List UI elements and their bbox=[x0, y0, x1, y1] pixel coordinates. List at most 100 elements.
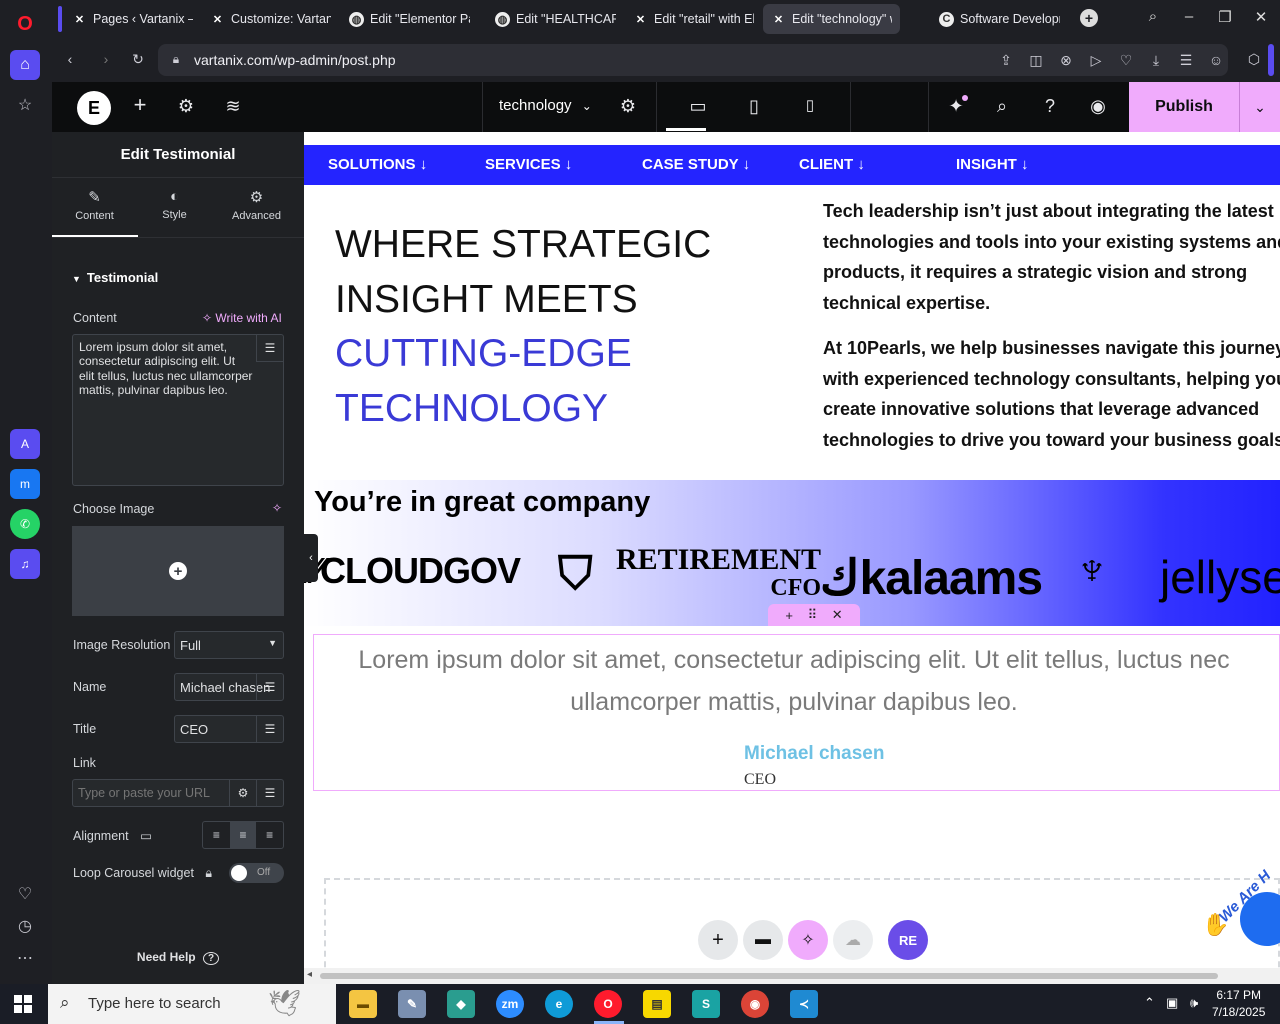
star-icon[interactable]: ☆ bbox=[10, 90, 40, 120]
tab-style[interactable]: ◐ Style bbox=[132, 188, 217, 221]
back-icon[interactable]: ‹ bbox=[60, 51, 80, 67]
browser-tab-active[interactable]: ✕Edit "technology" with Ele bbox=[763, 4, 900, 34]
minimize-icon[interactable]: – bbox=[1178, 8, 1200, 25]
responsive-desktop-icon[interactable]: ▭ bbox=[140, 829, 152, 843]
nav-case-study[interactable]: CASE STUDY ↓ bbox=[642, 156, 750, 173]
re-plugin-button[interactable]: RE bbox=[888, 920, 928, 960]
extensions-icon[interactable]: ⬡ bbox=[1244, 51, 1264, 68]
forward-icon[interactable]: › bbox=[96, 51, 116, 67]
template-library-folder-icon[interactable]: ▬ bbox=[743, 920, 783, 960]
windows-start-icon[interactable] bbox=[14, 995, 32, 1013]
help-icon[interactable]: ? bbox=[1038, 96, 1062, 117]
zoom-icon[interactable]: zm bbox=[496, 990, 524, 1018]
dynamic-tags-icon[interactable]: ☰ bbox=[256, 715, 283, 742]
profile-icon[interactable]: ☺ bbox=[1206, 52, 1226, 68]
taskbar-search[interactable]: ⌕ Type here to search 🕊︎ bbox=[48, 984, 336, 1024]
paint-icon[interactable]: ✎ bbox=[398, 990, 426, 1018]
image-resolution-select[interactable]: Full ▼ bbox=[174, 631, 284, 659]
vscode-icon[interactable]: ≺ bbox=[790, 990, 818, 1018]
loop-carousel-toggle[interactable]: Off bbox=[229, 863, 284, 883]
tray-chevron-up-icon[interactable]: ⌃ bbox=[1144, 995, 1155, 1011]
write-with-ai-button[interactable]: ✧ Write with AI bbox=[202, 311, 282, 325]
sticky-notes-icon[interactable]: ▤ bbox=[643, 990, 671, 1018]
link-options-gear-icon[interactable]: ⚙ bbox=[229, 779, 256, 806]
horizontal-scrollbar[interactable]: ◂ bbox=[304, 968, 1280, 984]
nav-client[interactable]: CLIENT ↓ bbox=[799, 156, 865, 173]
dynamic-tags-icon[interactable]: ☰ bbox=[256, 673, 283, 700]
content-textarea[interactable]: Lorem ipsum dolor sit amet, consectetur … bbox=[72, 334, 284, 486]
section-toggle[interactable]: ▼ Testimonial bbox=[72, 270, 158, 285]
page-settings-icon[interactable]: ⚙ bbox=[616, 96, 640, 117]
app-s-icon[interactable]: S bbox=[692, 990, 720, 1018]
edge-icon[interactable]: e bbox=[545, 990, 573, 1018]
file-explorer-icon[interactable]: ▬ bbox=[349, 990, 377, 1018]
browser-tab[interactable]: CSoftware Developme bbox=[931, 4, 1068, 34]
share-icon[interactable]: ⇪ bbox=[996, 52, 1016, 69]
block-icon[interactable]: ⊗ bbox=[1056, 52, 1076, 69]
heart-icon[interactable]: ♡ bbox=[10, 879, 40, 909]
preview-eye-icon[interactable]: ◉ bbox=[1086, 96, 1110, 117]
dynamic-tags-icon[interactable]: ☰ bbox=[256, 335, 283, 362]
search-icon[interactable]: ⌕ bbox=[990, 96, 1014, 117]
system-clock[interactable]: 6:17 PM 7/18/2025 bbox=[1212, 987, 1265, 1021]
nav-solutions[interactable]: SOLUTIONS ↓ bbox=[328, 156, 427, 173]
tablet-icon[interactable]: ▯ bbox=[742, 96, 766, 117]
kit-icon[interactable]: ☁ bbox=[833, 920, 873, 960]
desktop-icon[interactable]: ▭ bbox=[686, 96, 710, 117]
messenger-icon[interactable]: m bbox=[10, 469, 40, 499]
opera-icon[interactable]: O bbox=[594, 990, 622, 1018]
close-window-icon[interactable]: ✕ bbox=[1250, 8, 1272, 26]
app-icon[interactable]: ◆ bbox=[447, 990, 475, 1018]
structure-icon[interactable]: ≋ bbox=[221, 96, 245, 117]
browser-tab[interactable]: ◍Edit "Elementor Page bbox=[341, 4, 478, 34]
nav-services[interactable]: SERVICES ↓ bbox=[485, 156, 572, 173]
music-icon[interactable]: ♫ bbox=[10, 549, 40, 579]
add-section-icon[interactable]: + bbox=[785, 608, 793, 623]
publish-options-chevron-icon[interactable]: ⌄ bbox=[1239, 82, 1280, 132]
dynamic-tags-icon[interactable]: ☰ bbox=[256, 779, 283, 806]
need-help-link[interactable]: Need Help ? bbox=[52, 950, 304, 965]
ai-sparkle-button[interactable]: ✧ bbox=[788, 920, 828, 960]
add-element-icon[interactable]: + bbox=[128, 92, 152, 118]
browser-tab[interactable]: ✕Edit "retail" with Elem bbox=[625, 4, 762, 34]
restore-icon[interactable]: ❐ bbox=[1214, 8, 1236, 26]
opera-logo-icon[interactable]: O bbox=[10, 9, 40, 39]
more-icon[interactable]: ⋯ bbox=[10, 943, 40, 973]
align-center-icon[interactable]: ≡ bbox=[229, 822, 257, 848]
heart-icon[interactable]: ♡ bbox=[1116, 52, 1136, 69]
network-icon[interactable]: ▣ bbox=[1166, 995, 1178, 1011]
ai-image-icon[interactable]: ✧ bbox=[272, 501, 282, 515]
drag-handle-icon[interactable]: ⠿ bbox=[808, 607, 818, 623]
add-section-button[interactable]: + bbox=[698, 920, 738, 960]
tab-advanced[interactable]: ⚙ Advanced bbox=[214, 188, 299, 222]
menu-icon[interactable]: ☰ bbox=[1176, 52, 1196, 69]
send-icon[interactable]: ▷ bbox=[1086, 52, 1106, 69]
we-are-here-badge[interactable]: We Are H ✋ bbox=[1202, 860, 1280, 960]
reload-icon[interactable]: ↻ bbox=[128, 51, 148, 68]
home-icon[interactable]: ⌂ bbox=[10, 50, 40, 80]
page-selector[interactable]: technology ⌄ bbox=[499, 97, 592, 114]
collapse-panel-chevron-icon[interactable]: ‹ bbox=[304, 534, 318, 582]
url-field[interactable]: 🔒︎ vartanix.com/wp-admin/post.php ⇪ ◫ ⊗ … bbox=[158, 44, 1228, 76]
testimonial-widget[interactable]: Lorem ipsum dolor sit amet, consectetur … bbox=[313, 634, 1280, 791]
scroll-left-icon[interactable]: ◂ bbox=[307, 969, 312, 980]
align-left-icon[interactable]: ≡ bbox=[203, 822, 230, 848]
browser-tab[interactable]: ◍Edit "HEALTHCARE" bbox=[487, 4, 624, 34]
camera-icon[interactable]: ◫ bbox=[1026, 52, 1046, 69]
delete-section-icon[interactable]: ✕ bbox=[832, 607, 843, 623]
history-icon[interactable]: ◷ bbox=[10, 911, 40, 941]
chrome-icon[interactable]: ◉ bbox=[741, 990, 769, 1018]
nav-insight[interactable]: INSIGHT ↓ bbox=[956, 156, 1029, 173]
tab-content[interactable]: ✎ Content bbox=[52, 188, 137, 222]
mobile-icon[interactable]: ▯ bbox=[798, 96, 822, 114]
aria-icon[interactable]: A bbox=[10, 429, 40, 459]
search-tabs-icon[interactable]: ⌕ bbox=[1142, 8, 1164, 25]
whatsapp-icon[interactable]: ✆ bbox=[10, 509, 40, 539]
new-tab-icon[interactable]: + bbox=[1080, 9, 1098, 27]
download-icon[interactable]: ⤓ bbox=[1146, 52, 1166, 69]
publish-button[interactable]: Publish bbox=[1129, 82, 1239, 132]
browser-tab[interactable]: ✕Pages ‹ Vartanix — W bbox=[64, 4, 201, 34]
align-right-icon[interactable]: ≡ bbox=[256, 822, 283, 848]
browser-tab[interactable]: ✕Customize: Vartanix | bbox=[202, 4, 339, 34]
image-picker[interactable]: + bbox=[72, 526, 284, 616]
